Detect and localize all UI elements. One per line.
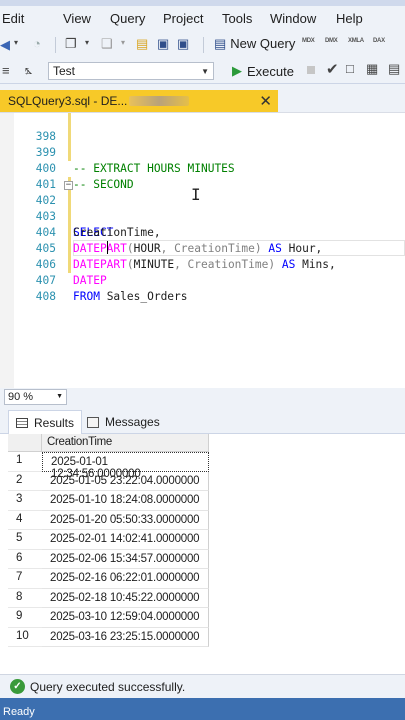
menu-bar: Edit View Query Project Tools Window Hel… <box>0 6 405 32</box>
row-number[interactable]: 5 <box>8 530 42 550</box>
menu-project[interactable]: Project <box>163 11 203 26</box>
row-number[interactable]: 8 <box>8 588 42 608</box>
row-number[interactable]: 7 <box>8 569 42 589</box>
change-tracking-bar <box>68 113 71 161</box>
row-number[interactable]: 10 <box>8 627 42 647</box>
open-folder-icon[interactable]: ▤ <box>136 37 148 50</box>
table-cell[interactable]: 2025-01-05 23:22:04.0000000 <box>42 471 209 491</box>
grid-corner[interactable] <box>8 434 42 452</box>
menu-tools[interactable]: Tools <box>222 11 252 26</box>
menu-window[interactable]: Window <box>270 11 316 26</box>
row-number[interactable]: 4 <box>8 510 42 530</box>
redacted-region <box>129 96 190 106</box>
table-cell[interactable]: 2025-02-06 15:34:57.0000000 <box>42 549 209 569</box>
code-line: 401 <box>35 178 56 191</box>
close-icon[interactable]: ✕ <box>259 92 272 110</box>
available-databases-select[interactable]: Test ▼ <box>48 62 214 80</box>
mdx-query-button[interactable]: MDX <box>302 38 315 44</box>
save-icon[interactable]: ▣ <box>157 37 169 50</box>
document-tab-strip: SQLQuery3.sql - DE... ✕ <box>0 84 405 112</box>
row-number[interactable]: 2 <box>8 471 42 491</box>
new-project-icon[interactable]: ❐ <box>65 37 77 50</box>
code-line: 408 <box>35 290 56 303</box>
menu-query[interactable]: Query <box>110 11 145 26</box>
code-line: 400 -- SECOND <box>35 162 134 191</box>
table-cell[interactable]: 2025-03-10 12:59:04.0000000 <box>42 608 209 628</box>
tab-messages[interactable]: Messages <box>80 410 167 434</box>
ibeam-cursor-icon: I <box>191 185 201 204</box>
results-tab-strip: Results Messages <box>0 406 405 434</box>
chevron-down-icon: ▼ <box>56 393 63 400</box>
collapse-toggle[interactable]: − <box>64 181 73 190</box>
add-item-dropdown-icon[interactable]: ▾ <box>121 39 125 47</box>
query-tab[interactable]: SQLQuery3.sql - DE... ✕ <box>0 90 278 112</box>
results-grid[interactable]: CreationTime 1 2025-01-01 12:34:56.00000… <box>0 434 405 674</box>
chevron-down-icon: ▼ <box>201 67 209 76</box>
zoom-select[interactable]: 90 % ▼ <box>4 389 67 405</box>
connect-icon[interactable]: ≡ <box>2 64 10 77</box>
dmx-query-button[interactable]: DMX <box>325 38 338 44</box>
row-number[interactable]: 6 <box>8 549 42 569</box>
table-cell[interactable]: 2025-01-20 05:50:33.0000000 <box>42 510 209 530</box>
code-line: 406 DATEP <box>35 258 107 287</box>
new-project-dropdown-icon[interactable]: ▾ <box>85 39 89 47</box>
table-cell[interactable]: 2025-01-01 12:34:56.0000000 <box>42 452 209 480</box>
menu-help[interactable]: Help <box>336 11 363 26</box>
code-line: 407 FROM Sales_Orders <box>35 274 188 303</box>
menu-view[interactable]: View <box>63 11 91 26</box>
code-line: 404 DATEPART(HOUR, CreationTime) AS Hour… <box>35 226 323 255</box>
code-line: 403 CreationTime, <box>35 210 161 239</box>
dax-query-button[interactable]: DAX <box>373 38 385 44</box>
success-check-icon: ✓ <box>10 679 25 694</box>
menu-edit[interactable]: Edit <box>2 11 24 26</box>
editor-zoom-strip: 90 % ▼ <box>0 388 405 406</box>
row-number[interactable]: 9 <box>8 608 42 628</box>
new-query-button[interactable]: ▤ New Query <box>214 36 295 51</box>
sql-editor-toolbar: ≡ ⦩ Test ▼ ▶ Execute ✔ □ ▦ ▤ <box>0 58 405 84</box>
standard-toolbar: ◀ ▾ ◔ ❐ ▾ ❑ ▾ ▤ ▣ ▣ ▤ New Query MDX DMX … <box>0 32 405 58</box>
table-cell[interactable]: 2025-01-10 18:24:08.0000000 <box>42 491 209 511</box>
toolbar-separator <box>203 37 204 53</box>
back-dropdown-icon[interactable]: ▾ <box>14 39 18 47</box>
new-query-icon: ▤ <box>214 36 227 51</box>
row-number[interactable]: 3 <box>8 491 42 511</box>
table-cell[interactable]: 2025-02-01 14:02:41.0000000 <box>42 530 209 550</box>
stop-icon[interactable] <box>307 66 315 74</box>
parse-check-icon[interactable]: ✔ <box>326 62 339 77</box>
code-line: 405 DATEPART(MINUTE, CreationTime) AS Mi… <box>35 242 336 271</box>
column-header-creationtime[interactable]: CreationTime <box>42 434 209 452</box>
save-all-icon[interactable]: ▣ <box>177 37 189 50</box>
toolbar-separator <box>55 37 56 53</box>
table-cell[interactable]: 2025-02-16 06:22:01.0000000 <box>42 569 209 589</box>
messages-icon <box>87 416 99 428</box>
text-cursor <box>107 241 108 254</box>
app-status-bar: Ready <box>0 698 405 720</box>
row-number[interactable]: 1 <box>8 452 42 472</box>
code-line: 402 − SELECT <box>35 180 114 240</box>
query-editor[interactable]: 398 399 -- EXTRACT HOURS MINUTES 400 -- … <box>0 112 405 389</box>
table-cell[interactable]: 2025-03-16 23:25:15.0000000 <box>42 627 209 647</box>
code-line: 399 -- EXTRACT HOURS MINUTES <box>35 146 235 175</box>
grid-results-icon[interactable]: ▦ <box>366 62 378 75</box>
back-icon[interactable]: ◀ <box>0 38 10 51</box>
results-to-icon[interactable]: ▤ <box>388 62 400 75</box>
filter-icon[interactable]: ⦩ <box>25 63 32 76</box>
table-cell[interactable]: 2025-02-18 10:45:22.0000000 <box>42 588 209 608</box>
debug-icon[interactable]: □ <box>346 62 354 75</box>
play-icon: ▶ <box>232 63 242 78</box>
grid-icon <box>16 417 28 428</box>
execute-button[interactable]: ▶ Execute <box>232 63 294 79</box>
forward-icon[interactable]: ◔ <box>33 37 41 50</box>
code-line: 398 <box>35 130 56 143</box>
query-status-bar: ✓ Query executed successfully. <box>0 674 405 698</box>
xmla-query-button[interactable]: XMLA <box>348 38 364 44</box>
add-item-icon[interactable]: ❑ <box>101 37 113 50</box>
tab-results[interactable]: Results <box>8 410 83 434</box>
